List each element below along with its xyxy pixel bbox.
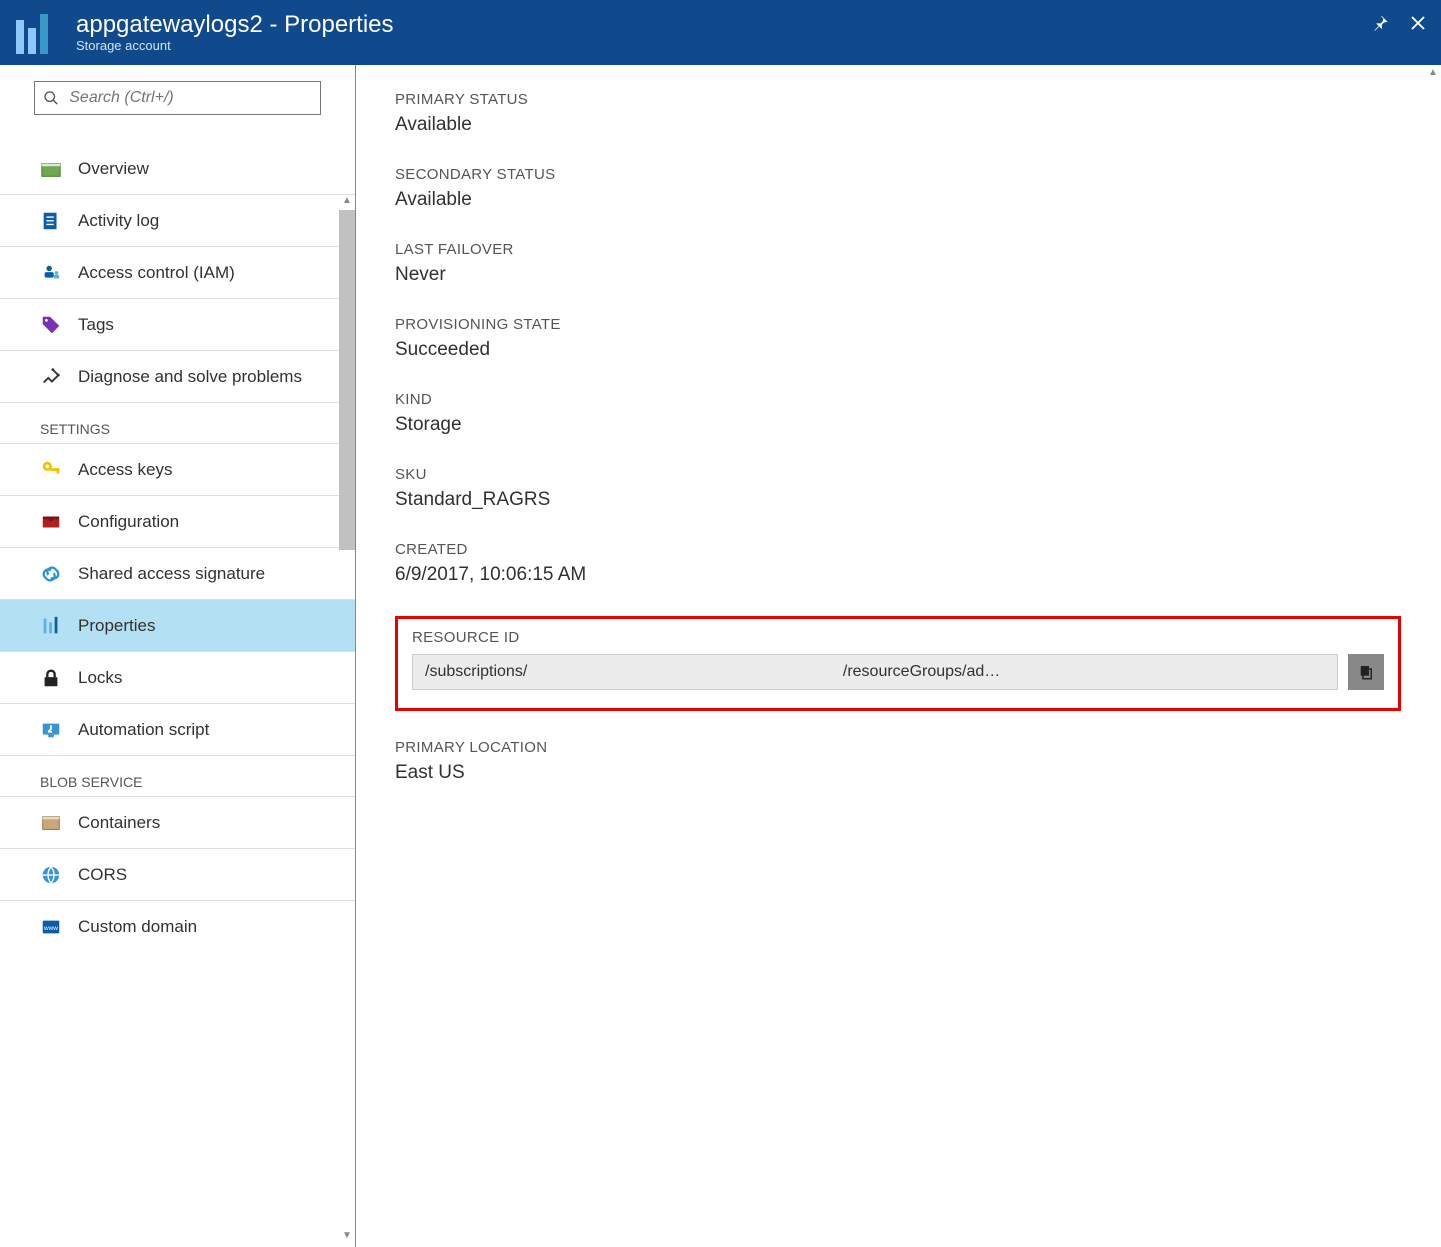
copy-button[interactable] — [1348, 654, 1384, 690]
containers-icon — [40, 812, 62, 834]
sidebar-item-configuration[interactable]: Configuration — [0, 496, 355, 548]
sidebar-item-label: Properties — [78, 616, 155, 636]
prop-label: LAST FAILOVER — [395, 241, 1401, 258]
sidebar-item-label: Shared access signature — [78, 564, 265, 584]
prop-primary-status: PRIMARY STATUS Available — [395, 91, 1401, 136]
content-pane: PRIMARY STATUS Available SECONDARY STATU… — [355, 65, 1441, 1247]
sidebar-item-label: Custom domain — [78, 917, 197, 937]
prop-label: CREATED — [395, 541, 1401, 558]
scroll-up-arrow-icon[interactable]: ▲ — [342, 195, 352, 206]
prop-last-failover: LAST FAILOVER Never — [395, 241, 1401, 286]
prop-value: Available — [395, 189, 1401, 211]
blade-header: appgatewaylogs2 - Properties Storage acc… — [0, 0, 1441, 65]
overview-icon — [40, 158, 62, 180]
svg-text:www: www — [43, 925, 58, 932]
prop-value: Never — [395, 264, 1401, 286]
prop-provisioning-state: PROVISIONING STATE Succeeded — [395, 316, 1401, 361]
activity-log-icon — [40, 210, 62, 232]
lock-icon — [40, 667, 62, 689]
sidebar-item-label: Tags — [78, 315, 114, 335]
prop-label: SKU — [395, 466, 1401, 483]
sidebar-item-label: Configuration — [78, 512, 179, 532]
nav-top-group: Overview Activity log Access control (IA… — [0, 143, 355, 403]
blade-title: appgatewaylogs2 - Properties — [76, 12, 394, 38]
sidebar: Overview Activity log Access control (IA… — [0, 65, 355, 1247]
prop-primary-location: PRIMARY LOCATION East US — [395, 739, 1401, 784]
search-input[interactable] — [34, 81, 321, 115]
sidebar-item-label: Overview — [78, 159, 149, 179]
sidebar-item-cors[interactable]: CORS — [0, 849, 355, 901]
copy-icon — [1357, 663, 1375, 681]
search-icon — [43, 89, 59, 107]
prop-value: Available — [395, 114, 1401, 136]
sidebar-item-properties[interactable]: Properties — [0, 600, 355, 652]
sidebar-item-automation[interactable]: Automation script — [0, 704, 355, 756]
scroll-down-arrow-icon[interactable]: ▼ — [339, 1230, 355, 1241]
sidebar-item-label: Locks — [78, 668, 122, 688]
nav-section-blob-title: BLOB SERVICE — [0, 756, 355, 797]
nav-section-settings-title: SETTINGS — [0, 403, 355, 444]
tags-icon — [40, 314, 62, 336]
prop-created: CREATED 6/9/2017, 10:06:15 AM — [395, 541, 1401, 586]
prop-value: East US — [395, 762, 1401, 784]
close-icon[interactable] — [1409, 14, 1427, 32]
sidebar-scrollbar[interactable]: ▲ — [339, 195, 355, 550]
prop-secondary-status: SECONDARY STATUS Available — [395, 166, 1401, 211]
blade-subtitle: Storage account — [76, 38, 394, 53]
prop-label: RESOURCE ID — [412, 629, 1384, 646]
key-icon — [40, 459, 62, 481]
cors-icon — [40, 864, 62, 886]
prop-label: PRIMARY STATUS — [395, 91, 1401, 108]
prop-label: PROVISIONING STATE — [395, 316, 1401, 333]
sidebar-item-label: Access control (IAM) — [78, 263, 235, 283]
prop-sku: SKU Standard_RAGRS — [395, 466, 1401, 511]
configuration-icon — [40, 511, 62, 533]
sidebar-item-sas[interactable]: Shared access signature — [0, 548, 355, 600]
prop-label: SECONDARY STATUS — [395, 166, 1401, 183]
automation-icon — [40, 719, 62, 741]
scroll-up-arrow-icon[interactable]: ▲ — [1428, 65, 1438, 80]
resource-id-highlight: RESOURCE ID — [395, 616, 1401, 711]
sidebar-item-label: Activity log — [78, 211, 159, 231]
prop-value: Standard_RAGRS — [395, 489, 1401, 511]
prop-label: PRIMARY LOCATION — [395, 739, 1401, 756]
custom-domain-icon: www — [40, 916, 62, 938]
sidebar-item-overview[interactable]: Overview — [0, 143, 355, 195]
prop-value: Storage — [395, 414, 1401, 436]
resource-id-input[interactable] — [412, 654, 1338, 690]
sidebar-item-access-control[interactable]: Access control (IAM) — [0, 247, 355, 299]
sidebar-item-label: CORS — [78, 865, 127, 885]
sidebar-item-custom-domain[interactable]: www Custom domain — [0, 901, 355, 953]
sidebar-item-locks[interactable]: Locks — [0, 652, 355, 704]
sas-icon — [40, 563, 62, 585]
diagnose-icon — [40, 366, 62, 388]
properties-icon — [40, 615, 62, 637]
content-scrollbar[interactable]: ▲ — [1425, 65, 1441, 1247]
sidebar-item-diagnose[interactable]: Diagnose and solve problems — [0, 351, 355, 403]
storage-account-icon — [16, 12, 58, 54]
sidebar-item-label: Containers — [78, 813, 160, 833]
nav-blob-group: Containers CORS www Custom domain — [0, 797, 355, 953]
nav-settings-group: Access keys Configuration Shared access … — [0, 444, 355, 756]
sidebar-item-access-keys[interactable]: Access keys — [0, 444, 355, 496]
sidebar-item-label: Access keys — [78, 460, 172, 480]
scrollbar-thumb[interactable] — [339, 210, 355, 550]
prop-value: 6/9/2017, 10:06:15 AM — [395, 564, 1401, 586]
access-control-icon — [40, 262, 62, 284]
search-field[interactable] — [69, 89, 312, 107]
sidebar-item-tags[interactable]: Tags — [0, 299, 355, 351]
prop-label: KIND — [395, 391, 1401, 408]
pin-icon[interactable] — [1371, 14, 1389, 32]
sidebar-item-activity-log[interactable]: Activity log — [0, 195, 355, 247]
sidebar-item-containers[interactable]: Containers — [0, 797, 355, 849]
sidebar-item-label: Automation script — [78, 720, 209, 740]
prop-value: Succeeded — [395, 339, 1401, 361]
prop-kind: KIND Storage — [395, 391, 1401, 436]
sidebar-item-label: Diagnose and solve problems — [78, 367, 302, 387]
pane-divider — [355, 65, 356, 1247]
